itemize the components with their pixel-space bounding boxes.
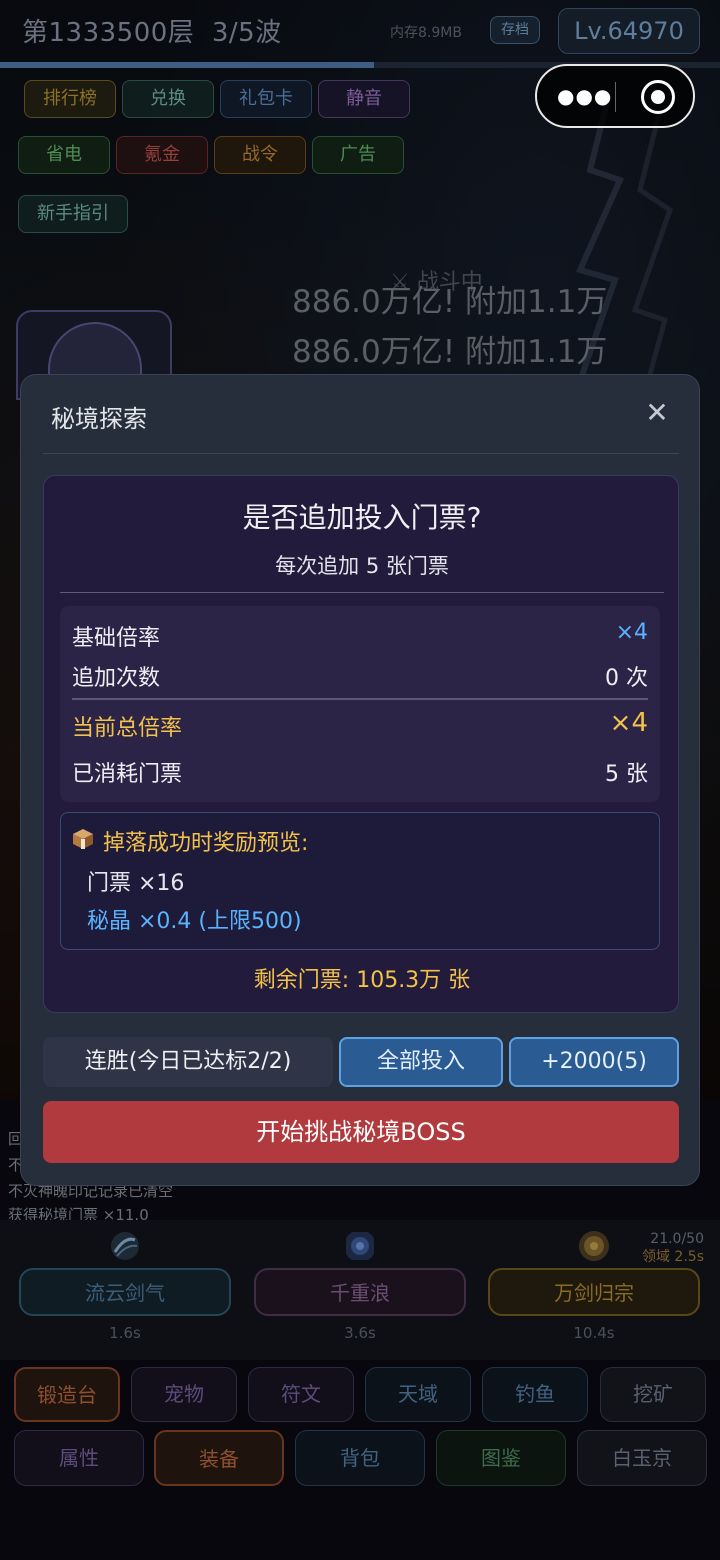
modal-divider <box>43 453 679 454</box>
menu-giftcard-button[interactable]: 礼包卡 <box>220 80 312 118</box>
close-icon[interactable]: ✕ <box>639 395 675 431</box>
nav-backpack-button[interactable]: 背包 <box>295 1430 425 1486</box>
add-tickets-button[interactable]: +2000(5) <box>509 1037 679 1087</box>
menu-guide-button[interactable]: 新手指引 <box>18 195 128 233</box>
target-circle-icon[interactable] <box>641 80 675 114</box>
menu-ads-button[interactable]: 广告 <box>312 136 404 174</box>
reward-ticket: 门票 ×16 <box>87 871 185 896</box>
nav-fishing-button[interactable]: 钓鱼 <box>482 1367 588 1422</box>
nav-baiyujing-button[interactable]: 白玉京 <box>577 1430 707 1486</box>
stat-label: 追加次数 <box>72 666 161 691</box>
nav-forge-button[interactable]: 锻造台 <box>14 1367 120 1422</box>
skill-wanjian-button[interactable]: 万剑归宗 <box>488 1268 700 1316</box>
reward-preview: 掉落成功时奖励预览: 门票 ×16 秘晶 ×0.4 (上限500) <box>60 812 660 950</box>
stat-base-multiplier: 基础倍率 ×4 <box>72 620 648 651</box>
skill-liuyun-button[interactable]: 流云剑气 <box>19 1268 231 1316</box>
nav-attributes-button[interactable]: 属性 <box>14 1430 144 1486</box>
start-boss-challenge-button[interactable]: 开始挑战秘境BOSS <box>43 1101 679 1163</box>
floor-wave-label: 第1333500层 3/5波 <box>22 12 282 49</box>
capsule-separator <box>615 82 616 112</box>
menu-battlepass-button[interactable]: 战令 <box>214 136 306 174</box>
secret-realm-modal: 秘境探索 ✕ 是否追加投入门票? 每次追加 5 张门票 基础倍率 ×4 追加次数… <box>20 374 700 1186</box>
menu-leaderboard-button[interactable]: 排行榜 <box>24 80 116 118</box>
skill-cooldown: 3.6s <box>344 1324 376 1342</box>
panel-divider <box>60 592 664 593</box>
wave-number: 3/5波 <box>211 18 282 48</box>
stat-tickets-used: 已消耗门票 5 张 <box>72 756 648 787</box>
stat-value: ×4 <box>615 620 648 645</box>
menu-exchange-button[interactable]: 兑换 <box>122 80 214 118</box>
reward-preview-title: 掉落成功时奖励预览: <box>103 831 309 856</box>
multiplier-stats: 基础倍率 ×4 追加次数 0 次 当前总倍率 ×4 已消耗门票 5 张 <box>60 606 660 802</box>
nav-mining-button[interactable]: 挖矿 <box>600 1367 706 1422</box>
save-button[interactable]: 存档 <box>490 16 540 44</box>
skill-cooldown: 1.6s <box>109 1324 141 1342</box>
more-dots-icon[interactable]: ●●● <box>557 81 611 111</box>
domain-timer: 领域 2.5s <box>641 1249 704 1265</box>
all-in-button[interactable]: 全部投入 <box>339 1037 503 1087</box>
stats-divider <box>72 698 648 700</box>
memory-usage: 内存8.9MB <box>390 25 462 41</box>
stat-total-multiplier: 当前总倍率 ×4 <box>72 708 648 741</box>
stat-value: ×4 <box>609 708 648 738</box>
stat-value: 5 张 <box>605 762 648 787</box>
nav-sky-domain-button[interactable]: 天域 <box>365 1367 471 1422</box>
wave-progress-fill <box>0 62 375 68</box>
skill-cooldown: 10.4s <box>573 1324 615 1342</box>
stat-label: 当前总倍率 <box>72 716 183 741</box>
streak-button[interactable]: 连胜(今日已达标2/2) <box>43 1037 333 1087</box>
menu-recharge-button[interactable]: 氪金 <box>116 136 208 174</box>
stat-add-count: 追加次数 0 次 <box>72 660 648 691</box>
remaining-tickets: 剩余门票: 105.3万 张 <box>253 968 471 993</box>
skill-counter: 21.0/50 领域 2.5s <box>600 1230 704 1266</box>
reward-crystal: 秘晶 ×0.4 (上限500) <box>87 909 302 934</box>
menu-powersave-button[interactable]: 省电 <box>18 136 110 174</box>
wave-icon <box>346 1232 374 1260</box>
modal-title: 秘境探索 <box>51 405 147 433</box>
floor-number: 第1333500层 <box>22 18 195 48</box>
skill-count-value: 21.0/50 <box>650 1231 704 1247</box>
nav-codex-button[interactable]: 图鉴 <box>436 1430 566 1486</box>
nav-equipment-button[interactable]: 装备 <box>154 1430 284 1486</box>
nav-rune-button[interactable]: 符文 <box>248 1367 354 1422</box>
stat-label: 已消耗门票 <box>72 762 183 787</box>
level-badge: Lv.64970 <box>558 8 700 54</box>
skill-qianchonglang-button[interactable]: 千重浪 <box>254 1268 466 1316</box>
damage-text: 886.0万亿! 附加1.1万 <box>292 334 608 370</box>
nav-pet-button[interactable]: 宠物 <box>131 1367 237 1422</box>
ticket-question: 是否追加投入门票? <box>242 501 482 534</box>
sword-qi-icon <box>111 1232 139 1260</box>
stat-label: 基础倍率 <box>72 626 161 651</box>
ticket-subtitle: 每次追加 5 张门票 <box>275 554 449 578</box>
damage-text: 886.0万亿! 附加1.1万 <box>292 284 608 320</box>
ticket-panel: 是否追加投入门票? 每次追加 5 张门票 基础倍率 ×4 追加次数 0 次 当前… <box>43 475 679 1013</box>
menu-mute-button[interactable]: 静音 <box>318 80 410 118</box>
top-bar: 第1333500层 3/5波 内存8.9MB 存档 Lv.64970 <box>0 0 720 62</box>
miniprogram-capsule: ●●● <box>535 64 695 128</box>
stat-value: 0 次 <box>605 666 648 691</box>
package-box-icon <box>73 829 93 849</box>
